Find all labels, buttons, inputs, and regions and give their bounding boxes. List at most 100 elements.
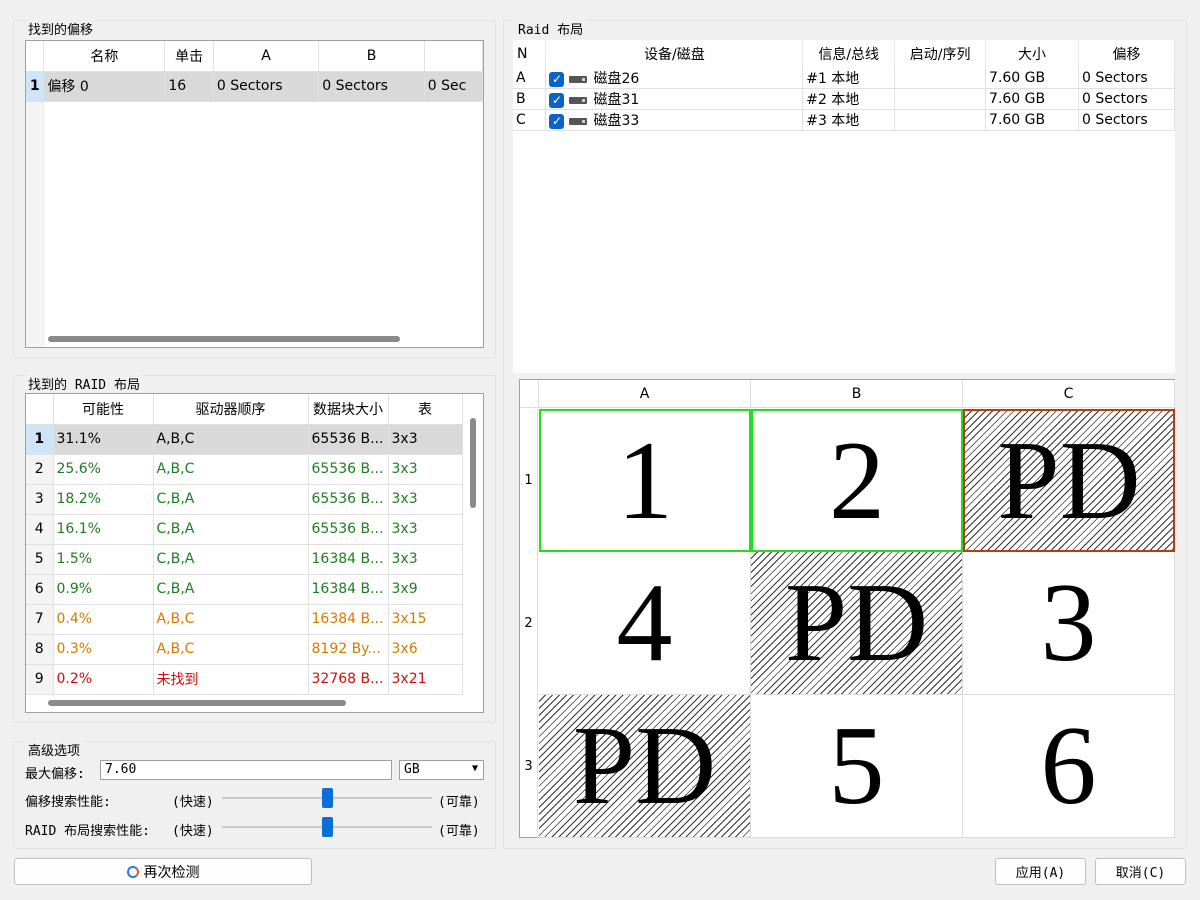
table-row[interactable]: 7 0.4% A,B,C 16384 B... 3x15 xyxy=(26,604,463,635)
disk-seq xyxy=(894,88,987,110)
col-offset[interactable]: 偏移 xyxy=(1078,40,1175,68)
layout-table-size: 3x3 xyxy=(388,544,463,575)
max-offset-input[interactable]: 7.60 xyxy=(100,760,392,780)
row-number: 1 xyxy=(26,424,54,455)
col-block-size[interactable]: 数据块大小 xyxy=(308,394,389,425)
data-block[interactable]: 4 xyxy=(539,552,751,695)
layout-table-size: 3x15 xyxy=(388,604,463,635)
block-label: 1 xyxy=(617,418,673,543)
col-size[interactable]: 大小 xyxy=(985,40,1079,68)
layouts-table[interactable]: 可能性 驱动器顺序 数据块大小 表 1 31.1% A,B,C 65536 B... 3… xyxy=(25,393,484,713)
redetect-label: 再次检测 xyxy=(143,864,200,881)
offset-b: 0 Sectors xyxy=(318,71,425,102)
layout-table-size: 3x9 xyxy=(388,574,463,605)
col-hits[interactable]: 单击 xyxy=(164,41,214,72)
col-drive-order[interactable]: 驱动器顺序 xyxy=(153,394,309,425)
cancel-button[interactable]: 取消(C) xyxy=(1095,858,1186,885)
hard-disk-icon xyxy=(569,117,588,125)
data-block[interactable]: 2 xyxy=(751,409,963,552)
disk-table[interactable]: N 设备/磁盘 信息/总线 启动/序列 大小 偏移 A ✓ 磁盘26 #1 本地 7.6… xyxy=(513,40,1175,373)
layout-drive-order: C,B,A xyxy=(153,574,309,605)
data-block[interactable]: 1 xyxy=(539,409,751,552)
parity-block[interactable]: PD xyxy=(963,409,1175,552)
layout-probability: 1.5% xyxy=(53,544,154,575)
layout-table-size: 3x3 xyxy=(388,454,463,485)
table-row[interactable]: 8 0.3% A,B,C 8192 By... 3x6 xyxy=(26,634,463,665)
layout-perf-slider[interactable] xyxy=(322,817,333,837)
col-c[interactable] xyxy=(424,41,483,72)
layout-probability: 31.1% xyxy=(53,424,154,455)
layout-table-size: 3x3 xyxy=(388,514,463,545)
layouts-grid: 可能性 驱动器顺序 数据块大小 表 1 31.1% A,B,C 65536 B... 3… xyxy=(26,394,463,695)
layout-drive-order: 未找到 xyxy=(153,664,309,695)
col-b[interactable]: B xyxy=(318,41,425,72)
disk-offset: 0 Sectors xyxy=(1078,68,1175,89)
grid-col-header: A xyxy=(539,380,751,408)
disk-row[interactable]: A ✓ 磁盘26 #1 本地 7.60 GB 0 Sectors xyxy=(513,68,1175,89)
disk-offset: 0 Sectors xyxy=(1078,109,1175,131)
layout-grid-view[interactable]: A B C 1 1 2 PD 2 4 PD 3 3 PD 5 6 xyxy=(519,379,1175,838)
unit-select-value: GB xyxy=(404,762,420,777)
block-label: 6 xyxy=(1040,704,1097,828)
offset-perf-label: 偏移搜索性能: xyxy=(25,795,111,810)
table-row[interactable]: 5 1.5% C,B,A 16384 B... 3x3 xyxy=(26,544,463,575)
block-label: PD xyxy=(784,561,929,685)
col-a[interactable]: A xyxy=(213,41,320,72)
disk-checkbox[interactable]: ✓ xyxy=(549,71,565,87)
disk-info: #2 本地 xyxy=(802,88,896,110)
col-probability[interactable]: 可能性 xyxy=(53,394,154,425)
disk-checkbox[interactable]: ✓ xyxy=(549,113,565,129)
col-seq[interactable]: 启动/序列 xyxy=(894,40,987,68)
offsets-table[interactable]: 名称 单击 A B 1 偏移 0 16 0 Sectors 0 Sectors … xyxy=(25,40,484,348)
layouts-vscrollbar[interactable] xyxy=(470,418,476,508)
row-number: 2 xyxy=(26,454,54,485)
table-row[interactable]: 2 25.6% A,B,C 65536 B... 3x3 xyxy=(26,454,463,485)
grid-row-header: 1 xyxy=(520,409,538,552)
table-row[interactable]: 1 偏移 0 16 0 Sectors 0 Sectors 0 Sec xyxy=(26,71,483,102)
layout-drive-order: C,B,A xyxy=(153,484,309,515)
data-block[interactable]: 6 xyxy=(963,695,1175,838)
unit-select[interactable]: GB ▼ xyxy=(399,760,484,780)
disk-name: 磁盘26 xyxy=(593,71,640,87)
disk-size: 7.60 GB xyxy=(985,68,1079,89)
apply-button[interactable]: 应用(A) xyxy=(995,858,1086,885)
disk-checkbox[interactable]: ✓ xyxy=(549,92,565,108)
disk-letter: C xyxy=(513,109,547,131)
chevron-down-icon: ▼ xyxy=(471,763,478,774)
parity-block[interactable]: PD xyxy=(751,552,963,695)
offsets-grid: 名称 单击 A B 1 偏移 0 16 0 Sectors 0 Sectors … xyxy=(26,41,483,102)
offsets-hscrollbar[interactable] xyxy=(48,336,400,342)
col-name[interactable]: 名称 xyxy=(43,41,166,72)
disk-letter: B xyxy=(513,88,547,110)
col-info[interactable]: 信息/总线 xyxy=(802,40,896,68)
data-block[interactable]: 3 xyxy=(963,552,1175,695)
disk-row[interactable]: B ✓ 磁盘31 #2 本地 7.60 GB 0 Sectors xyxy=(513,88,1175,110)
offset-name: 偏移 0 xyxy=(43,71,166,102)
data-block[interactable]: 5 xyxy=(751,695,963,838)
col-n[interactable]: N xyxy=(513,40,547,68)
row-number: 7 xyxy=(26,604,54,635)
layout-block-size: 65536 B... xyxy=(308,454,389,485)
grid-row-header: 3 xyxy=(520,695,538,838)
layout-perf-reliable: (可靠) xyxy=(438,824,480,839)
disk-row[interactable]: C ✓ 磁盘33 #3 本地 7.60 GB 0 Sectors xyxy=(513,109,1175,131)
row-number: 9 xyxy=(26,664,54,695)
parity-block[interactable]: PD xyxy=(539,695,751,838)
offsets-row-header-strip xyxy=(26,71,45,347)
disk-seq xyxy=(894,68,987,89)
redetect-button[interactable]: 再次检测 xyxy=(14,858,312,885)
row-number: 4 xyxy=(26,514,54,545)
table-row[interactable]: 1 31.1% A,B,C 65536 B... 3x3 xyxy=(26,424,463,455)
layout-block-size: 65536 B... xyxy=(308,424,389,455)
col-table[interactable]: 表 xyxy=(388,394,463,425)
layout-block-size: 32768 B... xyxy=(308,664,389,695)
layout-table-size: 3x6 xyxy=(388,634,463,665)
col-device[interactable]: 设备/磁盘 xyxy=(545,40,804,68)
table-row[interactable]: 9 0.2% 未找到 32768 B... 3x21 xyxy=(26,664,463,695)
offset-perf-slider[interactable] xyxy=(322,788,333,808)
layouts-hscrollbar[interactable] xyxy=(48,700,346,706)
table-row[interactable]: 3 18.2% C,B,A 65536 B... 3x3 xyxy=(26,484,463,515)
table-row[interactable]: 4 16.1% C,B,A 65536 B... 3x3 xyxy=(26,514,463,545)
table-row[interactable]: 6 0.9% C,B,A 16384 B... 3x9 xyxy=(26,574,463,605)
disk-info: #3 本地 xyxy=(802,109,896,131)
